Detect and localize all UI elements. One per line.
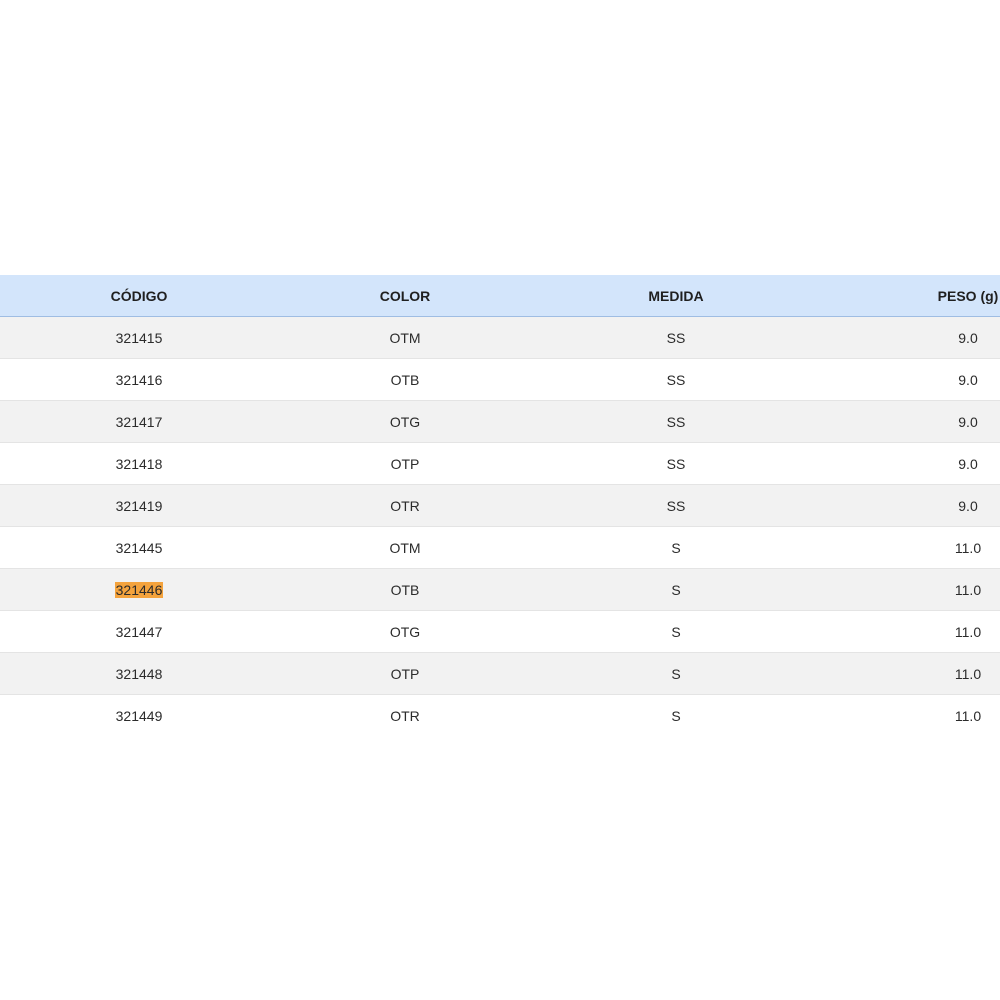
cell-medida: S xyxy=(671,539,681,556)
header-codigo: CÓDIGO xyxy=(110,287,168,304)
cell-color: OTR xyxy=(390,497,420,514)
table-row: 321446 OTB S 11.0 xyxy=(0,569,1000,611)
table-row: 321417 OTG SS 9.0 xyxy=(0,401,1000,443)
cell-codigo-highlighted: 321446 xyxy=(39,569,239,610)
cell-color: OTB xyxy=(390,371,420,388)
cell-color: OTR xyxy=(390,707,420,724)
cell-peso: 11.0 xyxy=(954,665,982,682)
cell-codigo: 321447 xyxy=(115,623,163,640)
cell-peso: 9.0 xyxy=(958,413,978,430)
cell-peso: 9.0 xyxy=(958,371,978,388)
cell-codigo: 321448 xyxy=(115,665,163,682)
cell-medida: SS xyxy=(666,455,686,472)
cell-peso: 11.0 xyxy=(954,707,982,724)
product-table: CÓDIGO COLOR MEDIDA PESO (g) 321415 OTM … xyxy=(0,275,1000,736)
table-row: 321447 OTG S 11.0 xyxy=(0,611,1000,653)
table-row: 321445 OTM S 11.0 xyxy=(0,527,1000,569)
cell-color: OTM xyxy=(389,539,421,556)
table-row: 321415 OTM SS 9.0 xyxy=(0,317,1000,359)
cell-codigo: 321419 xyxy=(115,497,163,514)
cell-codigo: 321449 xyxy=(115,707,163,724)
highlighted-code: 321446 xyxy=(114,581,164,598)
cell-peso: 11.0 xyxy=(954,581,982,598)
header-peso: PESO (g) xyxy=(937,287,999,304)
cell-medida: S xyxy=(671,581,681,598)
table-row: 321416 OTB SS 9.0 xyxy=(0,359,1000,401)
cell-peso: 9.0 xyxy=(958,497,978,514)
cell-peso: 11.0 xyxy=(954,539,982,556)
cell-codigo: 321418 xyxy=(115,455,163,472)
cell-peso: 11.0 xyxy=(954,623,982,640)
cell-color: OTP xyxy=(390,455,420,472)
cell-medida: SS xyxy=(666,329,686,346)
cell-codigo: 321417 xyxy=(115,413,163,430)
cell-codigo: 321416 xyxy=(115,371,163,388)
cell-medida: SS xyxy=(666,371,686,388)
header-color: COLOR xyxy=(379,287,431,304)
header-medida: MEDIDA xyxy=(648,287,704,304)
cell-medida: S xyxy=(671,623,681,640)
cell-medida: SS xyxy=(666,413,686,430)
table-row: 321419 OTR SS 9.0 xyxy=(0,485,1000,527)
table-row: 321418 OTP SS 9.0 xyxy=(0,443,1000,485)
cell-medida: S xyxy=(671,665,681,682)
cell-color: OTG xyxy=(389,623,421,640)
cell-peso: 9.0 xyxy=(958,455,978,472)
cell-medida: SS xyxy=(666,497,686,514)
table-row: 321448 OTP S 11.0 xyxy=(0,653,1000,695)
cell-medida: S xyxy=(671,707,681,724)
cell-peso: 9.0 xyxy=(958,329,978,346)
cell-color: OTM xyxy=(389,329,421,346)
cell-codigo: 321445 xyxy=(115,539,163,556)
table-header: CÓDIGO COLOR MEDIDA PESO (g) xyxy=(0,275,1000,317)
table-row: 321449 OTR S 11.0 xyxy=(0,695,1000,736)
cell-codigo: 321415 xyxy=(115,329,163,346)
cell-color: OTB xyxy=(390,581,420,598)
cell-color: OTP xyxy=(390,665,420,682)
cell-color: OTG xyxy=(389,413,421,430)
